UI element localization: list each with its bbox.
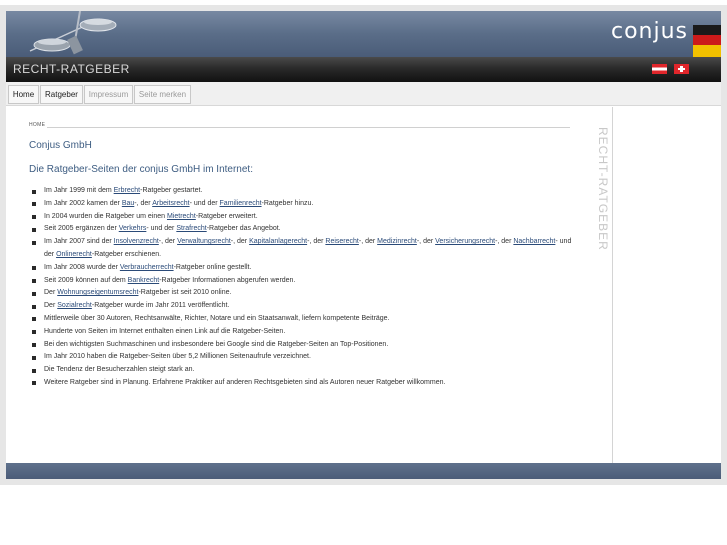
ratgeber-link[interactable]: Verbraucherrecht: [120, 264, 174, 271]
ratgeber-link[interactable]: Mietrecht: [167, 213, 196, 220]
list-item: Im Jahr 2002 kamen der Bau-, der Arbeits…: [32, 198, 572, 211]
ratgeber-link[interactable]: Arbeitsrecht: [152, 200, 189, 207]
list-item: Der Wohnungseigentumsrecht-Ratgeber ist …: [32, 287, 572, 300]
list-item: Der Sozialrecht-Ratgeber wurde im Jahr 2…: [32, 300, 572, 313]
ratgeber-link[interactable]: Erbrecht: [114, 187, 140, 194]
sidebar-divider: [612, 107, 613, 463]
austria-flag-icon[interactable]: [652, 64, 667, 74]
ratgeber-link[interactable]: Insolvenzrecht: [114, 238, 159, 245]
ratgeber-link[interactable]: Reiserecht: [325, 238, 358, 245]
conjus-logo[interactable]: conjus: [603, 11, 721, 57]
switzerland-flag-icon[interactable]: [674, 64, 689, 74]
ratgeber-link[interactable]: Verwaltungsrecht: [177, 238, 231, 245]
list-item: Im Jahr 2008 wurde der Verbraucherrecht-…: [32, 262, 572, 275]
ratgeber-link[interactable]: Familienrecht: [220, 200, 262, 207]
page-frame: conjus RECHT-RATGEBER Home Ratgeber Impr…: [0, 5, 727, 485]
list-item: Seit 2005 ergänzen der Verkehrs- und der…: [32, 223, 572, 236]
list-item: Im Jahr 2007 sind der Insolvenzrecht-, d…: [32, 236, 572, 262]
title-bar: RECHT-RATGEBER: [6, 57, 721, 82]
ratgeber-link[interactable]: Wohnungseigentumsrecht: [57, 289, 138, 296]
footer-bar: [6, 463, 721, 479]
main-navigation: Home Ratgeber Impressum Seite merken: [6, 82, 721, 106]
list-item: Im Jahr 1999 mit dem Erbrecht-Ratgeber g…: [32, 185, 572, 198]
ratgeber-link[interactable]: Bau: [122, 200, 134, 207]
page: conjus RECHT-RATGEBER Home Ratgeber Impr…: [0, 0, 727, 545]
list-item: Hunderte von Seiten im Internet enthalte…: [32, 326, 572, 339]
list-item: Mittlerweile über 30 Autoren, Rechtsanwä…: [32, 313, 572, 326]
logo-text: conjus: [611, 19, 689, 44]
breadcrumb[interactable]: HOME: [29, 122, 48, 128]
ratgeber-link[interactable]: Bankrecht: [128, 277, 160, 284]
breadcrumb-divider: [40, 127, 570, 128]
tab-impressum[interactable]: Impressum: [84, 85, 133, 104]
ratgeber-link[interactable]: Nachbarrecht: [513, 238, 555, 245]
list-item: Im Jahr 2010 haben die Ratgeber-Seiten ü…: [32, 351, 572, 364]
list-item: Seit 2009 können auf dem Bankrecht-Ratge…: [32, 275, 572, 288]
ratgeber-link[interactable]: Strafrecht: [176, 225, 206, 232]
ratgeber-link[interactable]: Onlinerecht: [56, 251, 92, 258]
tab-home[interactable]: Home: [8, 85, 39, 104]
list-item: Die Tendenz der Besucherzahlen steigt st…: [32, 364, 572, 377]
page-title: Conjus GmbH: [29, 140, 92, 151]
ratgeber-link[interactable]: Verkehrs: [119, 225, 147, 232]
tab-ratgeber[interactable]: Ratgeber: [40, 85, 83, 104]
site-title: RECHT-RATGEBER: [13, 62, 130, 76]
ratgeber-link[interactable]: Versicherungsrecht: [435, 238, 495, 245]
main-content: HOME Conjus GmbH Die Ratgeber-Seiten der…: [6, 107, 721, 463]
page-bottom-whitespace: [0, 485, 727, 545]
ratgeber-list: Im Jahr 1999 mit dem Erbrecht-Ratgeber g…: [32, 185, 572, 390]
ratgeber-link[interactable]: Sozialrecht: [57, 302, 92, 309]
list-item: Bei den wichtigsten Suchmaschinen und in…: [32, 339, 572, 352]
germany-flag-icon: [693, 25, 721, 57]
ratgeber-link[interactable]: Medizinrecht: [377, 238, 417, 245]
intro-heading: Die Ratgeber-Seiten der conjus GmbH im I…: [29, 164, 253, 175]
list-item: Weitere Ratgeber sind in Planung. Erfahr…: [32, 377, 572, 390]
scales-of-justice-icon: [29, 11, 117, 55]
sidebar-vertical-title: RECHT-RATGEBER: [596, 127, 610, 251]
header-banner: conjus: [6, 11, 721, 57]
tab-seite-merken[interactable]: Seite merken: [134, 85, 191, 104]
page-inner: conjus RECHT-RATGEBER Home Ratgeber Impr…: [6, 11, 721, 479]
ratgeber-link[interactable]: Kapitalanlagerecht: [249, 238, 307, 245]
list-item: In 2004 wurden die Ratgeber um einen Mie…: [32, 211, 572, 224]
